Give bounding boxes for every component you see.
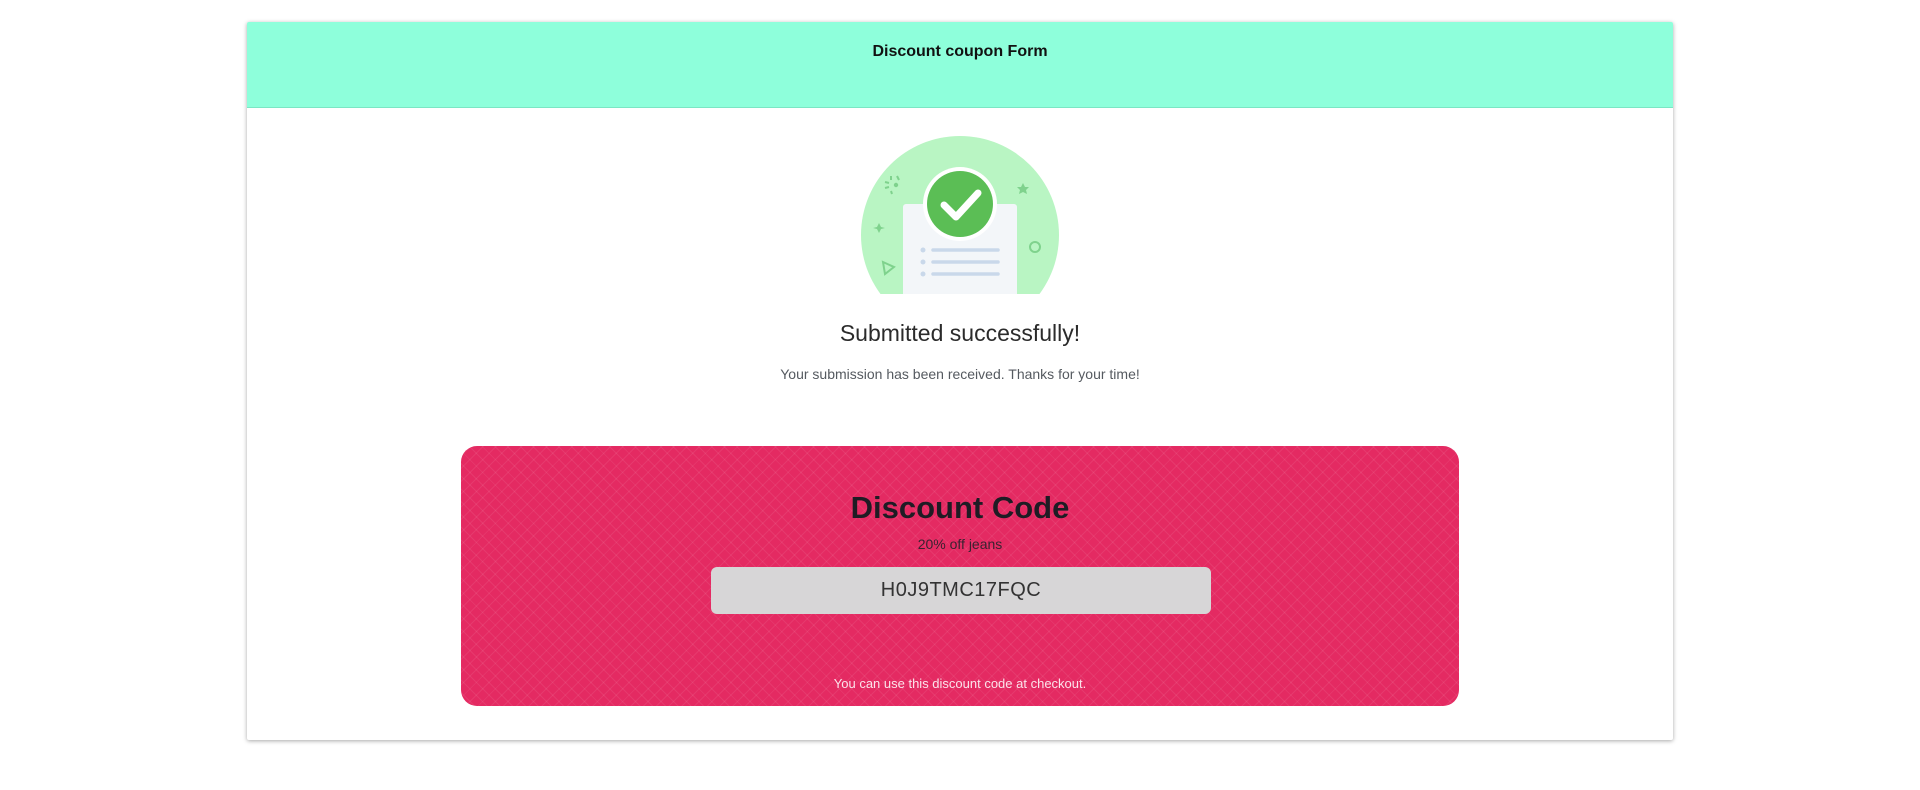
coupon-offer: 20% off jeans [917,536,1003,552]
success-title: Submitted successfully! [839,320,1081,346]
check-badge [927,171,993,237]
form-title: Discount coupon Form [872,43,1048,60]
discount-coupon-card: Discount Code 20% off jeans H0J9TMC17FQC… [461,446,1459,706]
success-check-document-icon [861,136,1059,294]
form-header: Discount coupon Form [247,22,1673,108]
discount-code-field[interactable]: H0J9TMC17FQC [711,567,1211,614]
coupon-note: You can use this discount code at checko… [833,676,1087,691]
form-card: Discount coupon Form Submitted successfu… [247,22,1673,740]
success-message: Your submission has been received. Thank… [780,366,1140,382]
coupon-title: Discount Code [850,490,1070,525]
success-illustration [861,136,1059,294]
